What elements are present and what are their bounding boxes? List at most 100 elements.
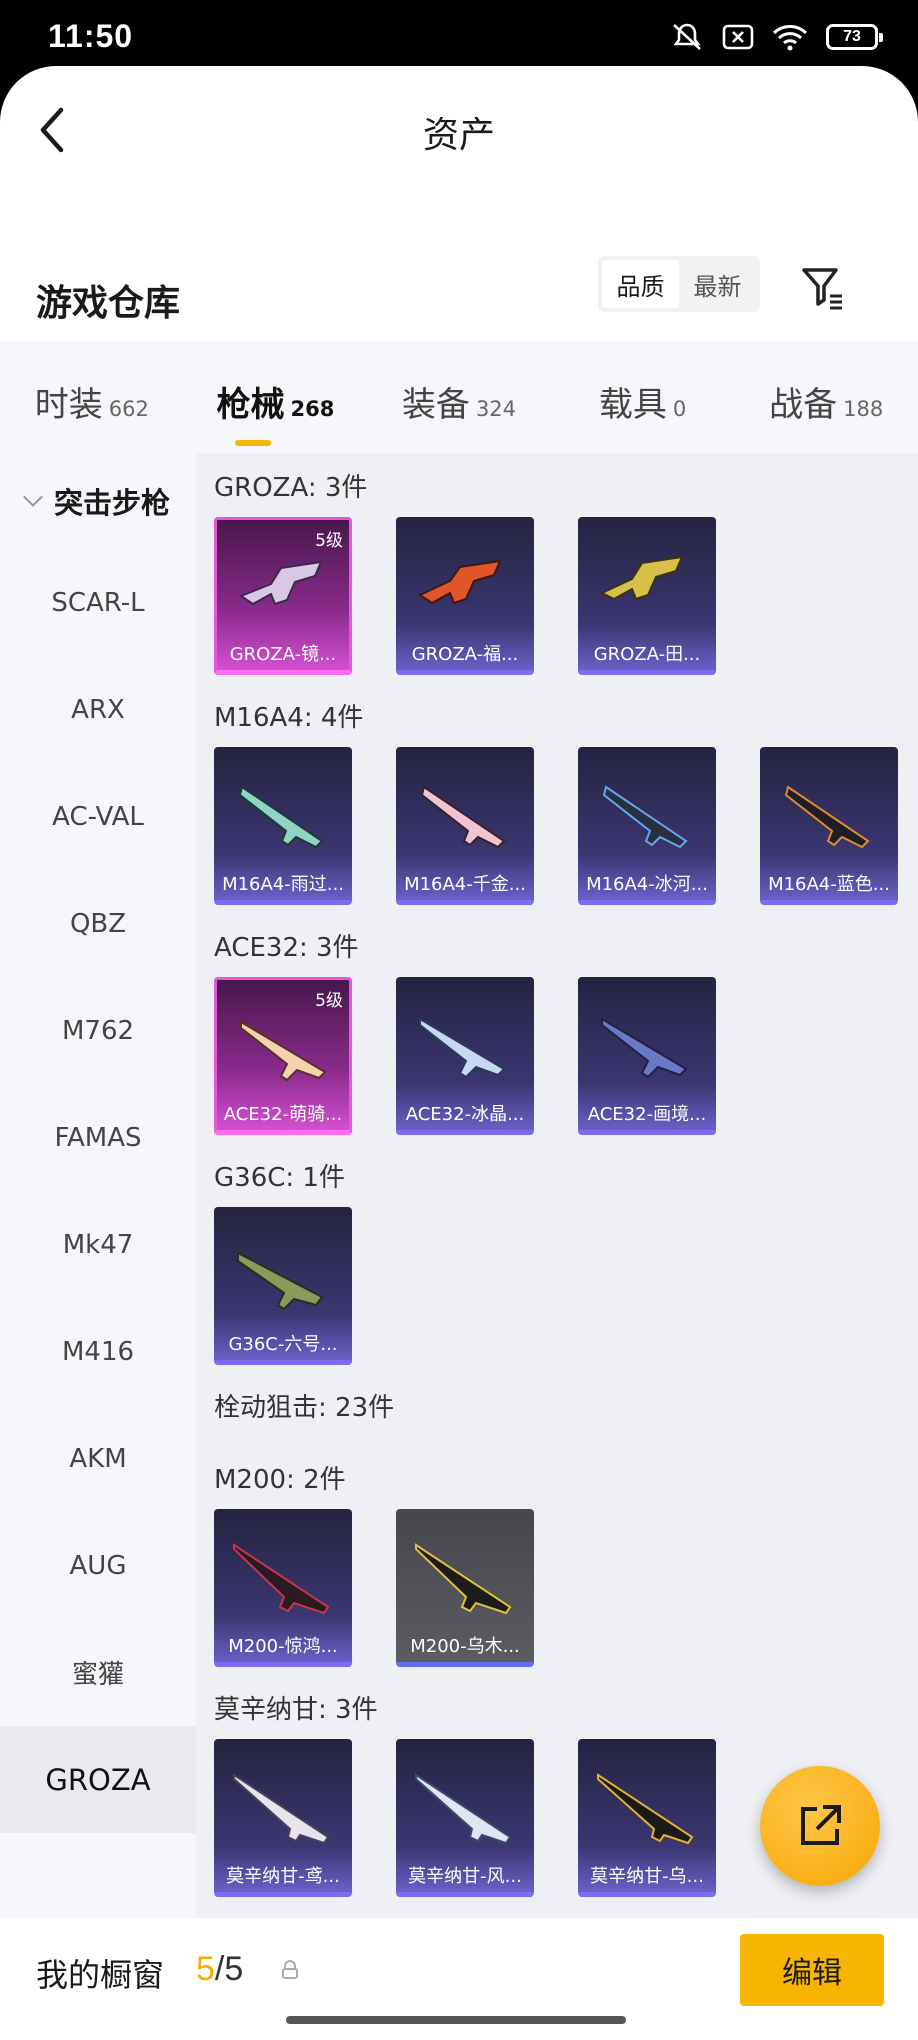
share-icon bbox=[801, 1805, 841, 1845]
tab-label: 时装 bbox=[34, 385, 103, 425]
sidebar-category-label: 突击步枪 bbox=[53, 486, 170, 520]
group-title: ACE32: 3件 bbox=[214, 933, 359, 963]
filter-icon bbox=[802, 268, 842, 310]
item-card[interactable]: M16A4-蓝色... bbox=[760, 747, 898, 905]
sort-toggle: 品质 最新 bbox=[598, 256, 760, 312]
item-card[interactable]: 莫辛纳甘-风... bbox=[396, 1739, 534, 1897]
weapon-icon bbox=[240, 1020, 327, 1082]
item-name: M16A4-冰河... bbox=[586, 874, 708, 895]
battery-indicator: 73 bbox=[826, 24, 883, 50]
tab-vehicles[interactable]: 载具 0 bbox=[551, 377, 735, 426]
item-name: ACE32-萌骑... bbox=[223, 1104, 343, 1125]
sort-newest-option[interactable]: 最新 bbox=[679, 260, 756, 308]
sidebar-item-m762[interactable]: M762 bbox=[0, 977, 196, 1084]
tab-label: 装备 bbox=[401, 385, 470, 425]
item-card[interactable]: ACE32-画境... bbox=[578, 977, 716, 1135]
showcase-current: 5 bbox=[196, 1950, 215, 1988]
item-card[interactable]: M16A4-冰河... bbox=[578, 747, 716, 905]
item-card[interactable]: M200-惊鸿... bbox=[214, 1509, 352, 1667]
tab-guns[interactable]: 枪械 268 bbox=[184, 377, 368, 446]
weapon-icon bbox=[233, 1543, 330, 1615]
sidebar-item-mk47[interactable]: Mk47 bbox=[0, 1191, 196, 1298]
sidebar-item-aug[interactable]: AUG bbox=[0, 1512, 196, 1619]
weapon-icon bbox=[597, 1773, 694, 1845]
edit-button[interactable]: 编辑 bbox=[740, 1934, 884, 2006]
tab-count: 188 bbox=[843, 397, 884, 421]
weapon-icon bbox=[238, 560, 323, 606]
weapon-icon bbox=[237, 1251, 324, 1311]
tab-equipment[interactable]: 装备 324 bbox=[367, 377, 551, 426]
tab-label: 枪械 bbox=[216, 385, 285, 425]
sidebar-item-arx[interactable]: ARX bbox=[0, 656, 196, 763]
showcase-count: 5/5 bbox=[196, 1950, 243, 1989]
share-button[interactable] bbox=[760, 1766, 880, 1886]
home-indicator[interactable] bbox=[286, 2016, 626, 2024]
weapon-grid: GROZA: 3件 5级 GROZA-镜... GROZA-福... GROZA… bbox=[196, 453, 918, 1918]
item-name: 莫辛纳甘-鸢... bbox=[226, 1866, 340, 1887]
item-card[interactable]: M16A4-雨过... bbox=[214, 747, 352, 905]
sim-off-icon bbox=[722, 24, 754, 50]
weapon-icon bbox=[784, 785, 870, 849]
item-name: GROZA-田... bbox=[593, 644, 701, 665]
item-name: M200-乌木... bbox=[410, 1636, 520, 1657]
item-card[interactable]: GROZA-福... bbox=[396, 517, 534, 675]
category-tabs: 时装 662 枪械 268 装备 324 载具 0 战备 188 bbox=[0, 341, 918, 453]
item-name: M16A4-千金... bbox=[404, 874, 526, 895]
sidebar-item-groza[interactable]: GROZA bbox=[0, 1726, 196, 1833]
page-title: 资产 bbox=[422, 115, 495, 156]
item-name: 莫辛纳甘-乌... bbox=[590, 1866, 704, 1887]
app-screen: 资产 游戏仓库 品质 最新 时装 662 枪械 268 装备 324 载具 0 bbox=[0, 66, 918, 2040]
group-title: G36C: 1件 bbox=[214, 1163, 345, 1193]
item-name: M200-惊鸿... bbox=[228, 1636, 338, 1657]
chevron-down-icon bbox=[23, 487, 43, 507]
item-card[interactable]: ACE32-冰晶... bbox=[396, 977, 534, 1135]
sidebar-category-assault-rifle[interactable]: 突击步枪 bbox=[0, 453, 196, 549]
sidebar-item-famas[interactable]: FAMAS bbox=[0, 1084, 196, 1191]
showcase-label: 我的橱窗 bbox=[36, 1956, 165, 1994]
weapon-icon bbox=[601, 1017, 688, 1079]
wifi-icon bbox=[772, 25, 808, 51]
lock-icon bbox=[282, 1960, 298, 1979]
item-card[interactable]: 5级 GROZA-镜... bbox=[214, 517, 352, 675]
showcase-total: /5 bbox=[214, 1950, 244, 1988]
item-card[interactable]: GROZA-田... bbox=[578, 517, 716, 675]
tab-count: 268 bbox=[290, 397, 335, 421]
item-name: ACE32-画境... bbox=[587, 1104, 707, 1125]
sidebar-item-scar-l[interactable]: SCAR-L bbox=[0, 549, 196, 656]
item-name: G36C-六号... bbox=[228, 1334, 338, 1355]
item-name: GROZA-福... bbox=[411, 644, 519, 665]
sort-quality-option[interactable]: 品质 bbox=[602, 260, 679, 308]
weapon-sidebar: 突击步枪 SCAR-L ARX AC-VAL QBZ M762 FAMAS Mk… bbox=[0, 453, 196, 1918]
item-card[interactable]: 莫辛纳甘-乌... bbox=[578, 1739, 716, 1897]
weapon-icon bbox=[238, 785, 324, 849]
tab-count: 662 bbox=[108, 397, 149, 421]
sidebar-item-m416[interactable]: M416 bbox=[0, 1298, 196, 1405]
weapon-icon bbox=[419, 1017, 506, 1079]
group-title: M200: 2件 bbox=[214, 1465, 346, 1495]
filter-button[interactable] bbox=[798, 262, 848, 312]
tab-supplies[interactable]: 战备 188 bbox=[734, 377, 918, 426]
item-card[interactable]: 莫辛纳甘-鸢... bbox=[214, 1739, 352, 1897]
item-card[interactable]: M16A4-千金... bbox=[396, 747, 534, 905]
item-name: M16A4-雨过... bbox=[222, 874, 344, 895]
warehouse-header: 游戏仓库 品质 最新 bbox=[0, 256, 918, 344]
tab-count: 0 bbox=[672, 397, 687, 421]
tab-count: 324 bbox=[475, 397, 517, 421]
item-name: M16A4-蓝色... bbox=[768, 874, 890, 895]
weapon-icon bbox=[420, 785, 506, 849]
sidebar-item-akm[interactable]: AKM bbox=[0, 1405, 196, 1512]
weapon-icon bbox=[233, 1773, 330, 1845]
sidebar-item-qbz[interactable]: QBZ bbox=[0, 870, 196, 977]
group-title: M16A4: 4件 bbox=[214, 703, 364, 733]
item-name: GROZA-镜... bbox=[229, 644, 337, 665]
item-card[interactable]: G36C-六号... bbox=[214, 1207, 352, 1365]
item-card[interactable]: 5级 ACE32-萌骑... bbox=[214, 977, 352, 1135]
item-name: 莫辛纳甘-风... bbox=[408, 1866, 522, 1887]
item-name: ACE32-冰晶... bbox=[405, 1104, 525, 1125]
weapon-icon bbox=[602, 785, 688, 849]
sidebar-item-honey-badger[interactable]: 蜜獾 bbox=[0, 1619, 196, 1726]
tab-fashion[interactable]: 时装 662 bbox=[0, 377, 184, 426]
sidebar-item-ac-val[interactable]: AC-VAL bbox=[0, 763, 196, 870]
top-bar: 资产 bbox=[0, 66, 918, 196]
item-card[interactable]: M200-乌木... bbox=[396, 1509, 534, 1667]
